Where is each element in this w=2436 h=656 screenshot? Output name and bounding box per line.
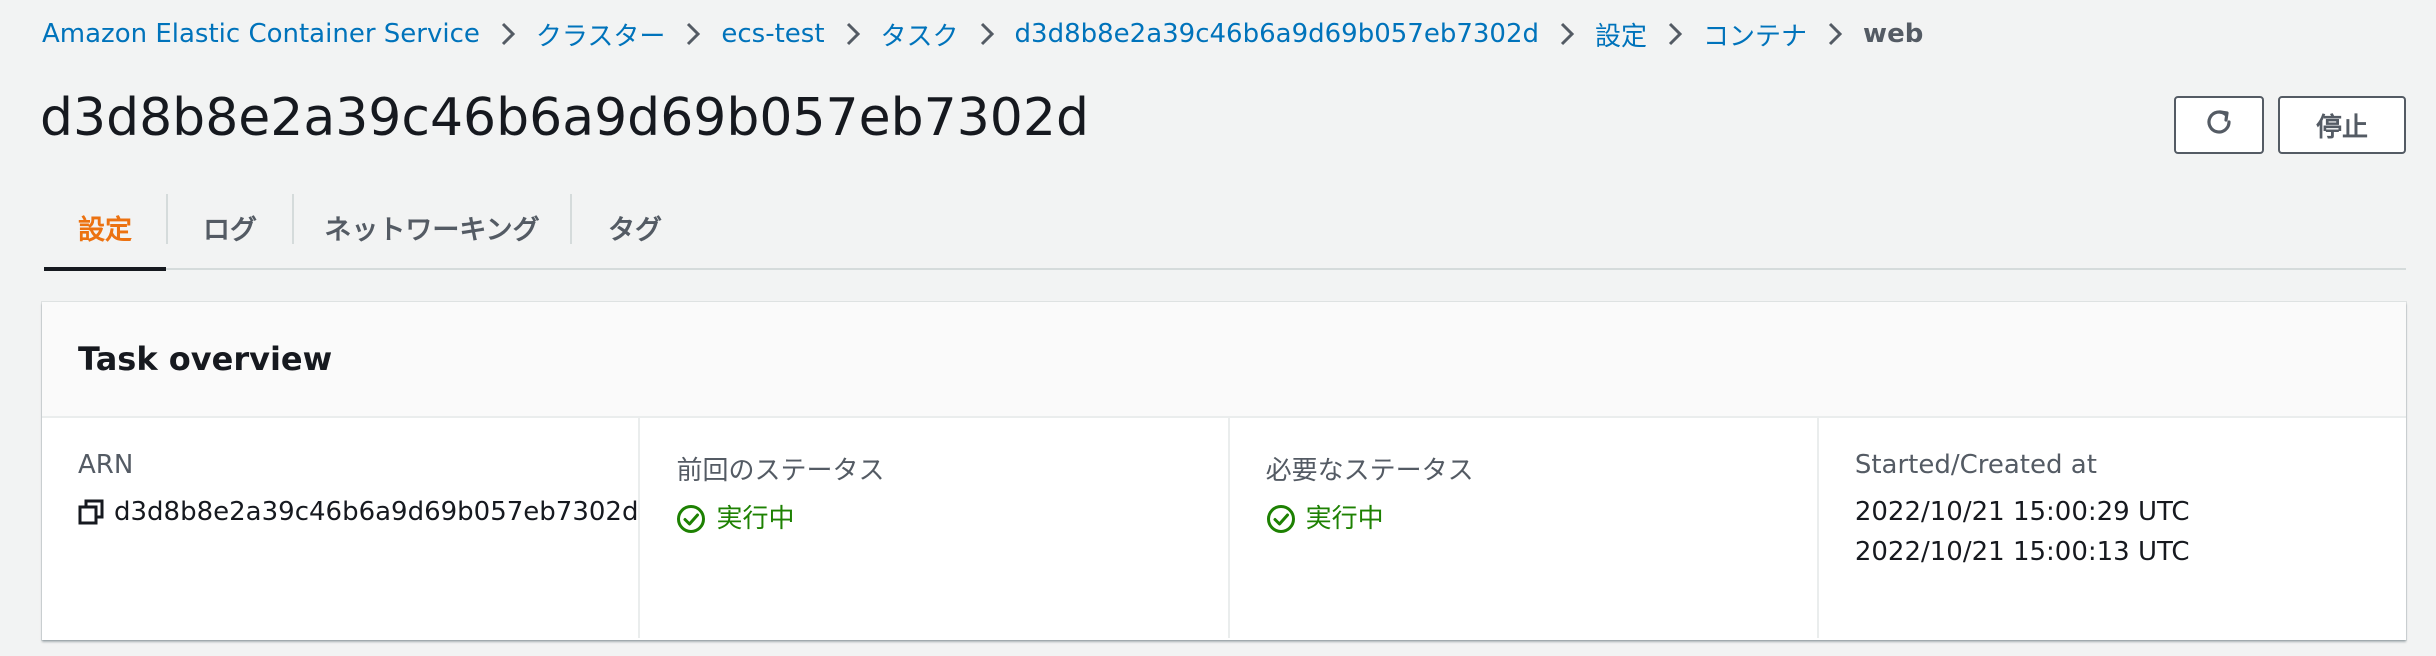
chevron-right-icon xyxy=(665,14,721,54)
tab-bar: 設定 ログ ネットワーキング タグ xyxy=(44,186,2406,271)
started-column: Started/Created at 2022/10/21 15:00:29 U… xyxy=(1816,418,2406,638)
tab-settings[interactable]: 設定 xyxy=(44,186,166,271)
started-label: Started/Created at xyxy=(1854,450,2097,480)
panel-header: Task overview xyxy=(42,302,2406,418)
status-check-icon xyxy=(1266,504,1296,534)
page: Amazon Elastic Container Service クラスター e… xyxy=(0,0,2436,656)
desired-status-column: 必要なステータス 実行中 xyxy=(1227,418,1817,638)
breadcrumb-tasks[interactable]: タスク xyxy=(881,16,959,53)
arn-label: ARN xyxy=(78,450,134,480)
arn-value-row: d3d8b8e2a39c46b6a9d69b057eb7302d xyxy=(78,492,638,532)
panel-body: ARN d3d8b8e2a39c46b6a9d69b057eb7302d 前回の… xyxy=(42,418,2406,638)
chevron-right-icon xyxy=(825,14,881,54)
panel-title: Task overview xyxy=(78,340,333,378)
chevron-right-icon xyxy=(1647,14,1703,54)
status-check-icon xyxy=(676,504,706,534)
copy-icon[interactable] xyxy=(78,499,104,525)
tab-networking[interactable]: ネットワーキング xyxy=(294,186,570,268)
arn-value: d3d8b8e2a39c46b6a9d69b057eb7302d xyxy=(114,497,639,527)
tab-logs[interactable]: ログ xyxy=(168,186,292,268)
last-status-value: 実行中 xyxy=(716,504,795,534)
arn-column: ARN d3d8b8e2a39c46b6a9d69b057eb7302d xyxy=(42,418,638,638)
chevron-right-icon xyxy=(480,14,536,54)
stop-button[interactable]: 停止 xyxy=(2278,96,2406,154)
desired-status-value: 実行中 xyxy=(1305,504,1384,534)
breadcrumb-task[interactable]: d3d8b8e2a39c46b6a9d69b057eb7302d xyxy=(1015,19,1539,49)
page-title: d3d8b8e2a39c46b6a9d69b057eb7302d xyxy=(40,88,1089,148)
tab-tags[interactable]: タグ xyxy=(572,186,698,268)
breadcrumb-cluster[interactable]: ecs-test xyxy=(721,19,824,49)
breadcrumb-settings[interactable]: 設定 xyxy=(1595,16,1647,53)
chevron-right-icon xyxy=(1539,14,1595,54)
last-status-value-row: 実行中 xyxy=(676,499,1227,539)
created-value: 2022/10/21 15:00:13 UTC xyxy=(1854,537,2190,567)
desired-status-label: 必要なステータス xyxy=(1265,456,1474,486)
chevron-right-icon xyxy=(959,14,1015,54)
breadcrumb-ecs[interactable]: Amazon Elastic Container Service xyxy=(42,19,480,49)
last-status-column: 前回のステータス 実行中 xyxy=(638,418,1227,638)
desired-status-value-row: 実行中 xyxy=(1266,499,1817,539)
last-status-label: 前回のステータス xyxy=(676,456,885,486)
refresh-icon xyxy=(2203,106,2235,145)
breadcrumb-clusters[interactable]: クラスター xyxy=(536,16,665,53)
breadcrumb-containers[interactable]: コンテナ xyxy=(1703,16,1807,53)
refresh-button[interactable] xyxy=(2174,96,2264,154)
started-value: 2022/10/21 15:00:29 UTC xyxy=(1854,497,2190,527)
chevron-right-icon xyxy=(1807,14,1863,54)
task-overview-panel: Task overview ARN d3d8b8e2a39c46b6a9d69b… xyxy=(42,302,2406,640)
breadcrumb-current: web xyxy=(1863,19,1924,49)
breadcrumb: Amazon Elastic Container Service クラスター e… xyxy=(42,14,1923,54)
